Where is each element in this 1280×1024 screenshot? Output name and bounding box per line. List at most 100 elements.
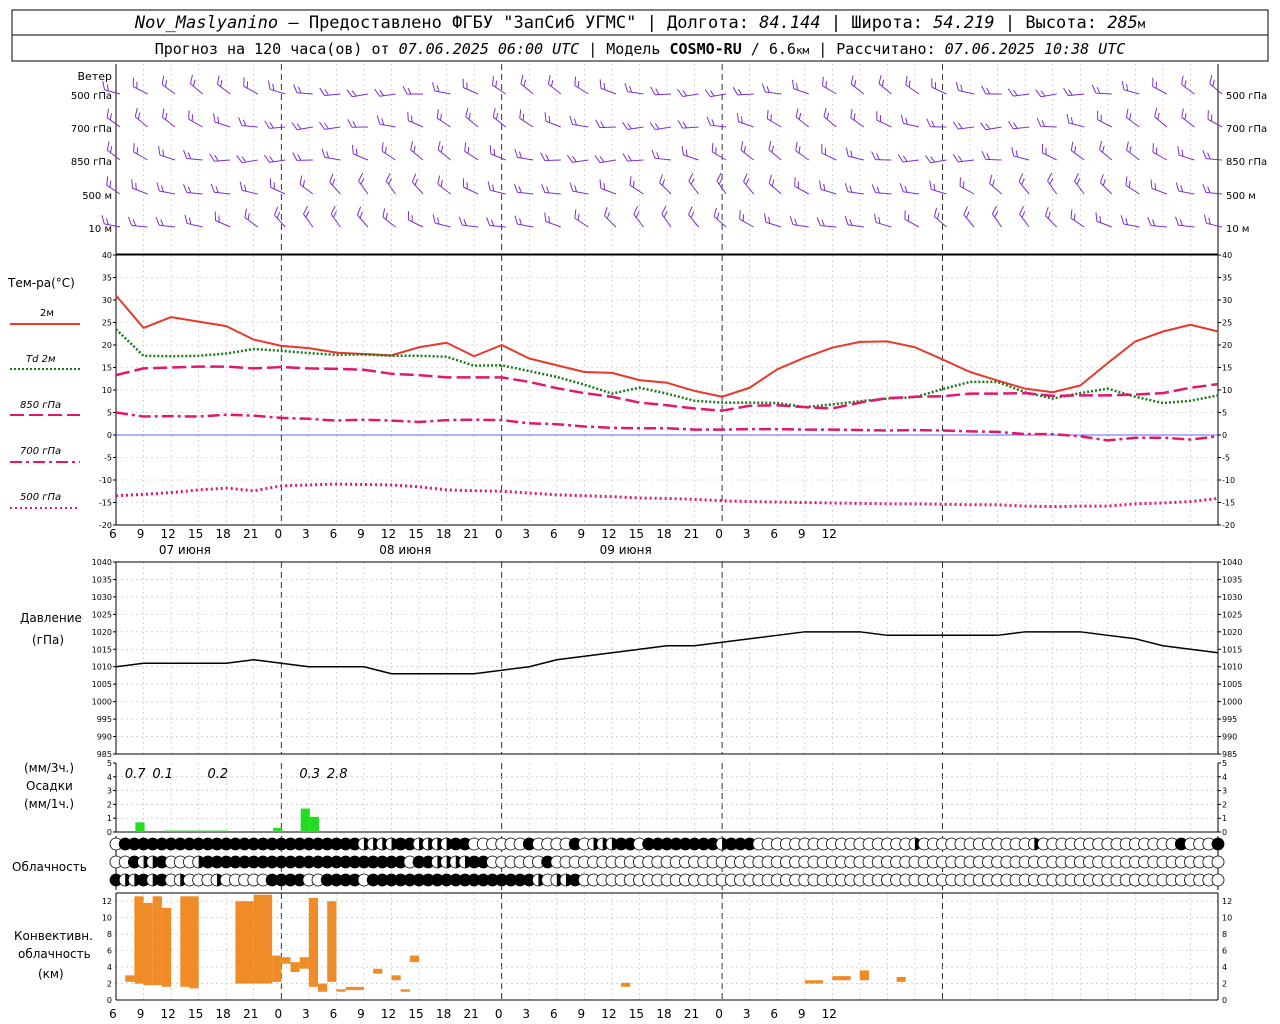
barb-staff <box>1068 122 1085 128</box>
barb-feather <box>462 178 465 188</box>
wind-barb <box>1066 113 1085 128</box>
barb-feather <box>297 86 302 94</box>
wind-barb <box>574 209 589 228</box>
barb-feather <box>789 216 794 225</box>
conv-bar <box>290 962 300 973</box>
barb-feather <box>599 179 602 189</box>
conv-bar <box>253 894 273 984</box>
barb-staff <box>1040 125 1057 128</box>
precip-bar <box>309 816 320 832</box>
wind-barb <box>436 109 451 128</box>
wind-barb <box>845 147 864 161</box>
x-tick-label: 12 <box>160 527 175 541</box>
barb-staff <box>633 213 644 228</box>
wind-barb <box>352 144 369 161</box>
barb-staff <box>381 150 396 161</box>
barb-feather <box>959 177 961 187</box>
wind-barb <box>794 177 809 195</box>
barb-feather <box>899 183 904 192</box>
wind-barb <box>871 151 892 161</box>
barb-feather <box>1066 113 1070 123</box>
barb-feather <box>293 84 298 93</box>
barb-feather <box>326 151 330 159</box>
x-tick-label: 0 <box>715 527 723 541</box>
barb-staff <box>963 214 975 228</box>
barb-feather <box>242 119 247 127</box>
wind-barb <box>437 141 451 161</box>
barb-staff <box>548 83 562 95</box>
barb-staff <box>214 121 231 128</box>
legend-700-label: 700 гПа <box>20 446 61 457</box>
x-tick-label: 12 <box>822 527 837 541</box>
x-tick-label: 12 <box>822 1007 837 1021</box>
barb-staff <box>795 150 810 161</box>
barb-staff <box>1154 116 1168 128</box>
wind-barb <box>768 140 782 161</box>
barb-feather <box>296 123 302 130</box>
x-axis-mid: 6 9 12 15 18 21 0 3 6 9 12 15 18 21 0 3 6 9 12 15 18 21 0 3 6 9 12… <box>109 527 837 557</box>
wind-barb <box>844 183 864 195</box>
precip-ytick-right: 1 <box>1222 814 1227 823</box>
barb-staff <box>462 224 479 228</box>
wind-barb <box>161 108 176 128</box>
barb-feather <box>926 118 931 127</box>
barb-feather <box>1202 183 1207 193</box>
barb-staff <box>269 126 286 129</box>
cloud-symbol <box>1211 855 1225 869</box>
barb-feather <box>1007 120 1014 130</box>
x-day-label: 07 июня <box>159 543 211 557</box>
barb-feather <box>706 116 711 126</box>
x-tick-label: 21 <box>464 1007 479 1021</box>
barb-staff <box>710 124 727 128</box>
barb-staff <box>600 187 617 195</box>
wind-barb <box>321 148 341 161</box>
wind-barb <box>462 78 479 95</box>
barb-staff <box>688 180 699 195</box>
barb-feather <box>1095 212 1098 222</box>
precip-bar <box>273 827 283 832</box>
precip-bar <box>190 830 200 832</box>
conv-bar <box>272 955 282 982</box>
barb-feather <box>980 122 987 131</box>
conv-bar <box>125 975 135 982</box>
pres-ytick-right: 1005 <box>1222 680 1242 689</box>
barb-staff <box>1209 83 1223 95</box>
wind-barb <box>210 183 231 195</box>
wind-barb <box>821 144 837 161</box>
barb-staff <box>848 155 864 161</box>
wind-barb <box>1209 74 1223 95</box>
barb-staff <box>1019 213 1030 228</box>
barb-feather <box>704 89 711 97</box>
barb-staff <box>793 88 809 95</box>
barb-staff <box>217 83 231 95</box>
wind-barb <box>133 143 148 161</box>
pres-ytick-right: 995 <box>1222 715 1237 724</box>
barb-staff <box>412 181 424 195</box>
barb-feather <box>627 154 632 162</box>
barb-feather <box>1007 88 1014 97</box>
barb-staff <box>188 118 203 128</box>
conv-bar <box>134 896 144 984</box>
wind-barb <box>385 172 396 195</box>
wind-barb <box>925 155 947 164</box>
header-line-2: Прогноз на 120 часа(ов) от 07.06.2025 06… <box>155 40 1126 58</box>
precip-ytick-right: 3 <box>1222 787 1227 796</box>
barb-staff <box>794 185 809 195</box>
conv-bar <box>281 957 291 964</box>
conv-ytick-right: 4 <box>1222 963 1227 972</box>
barb-feather <box>792 79 795 89</box>
barb-staff <box>1151 187 1168 195</box>
barb-feather <box>624 82 629 92</box>
barb-feather <box>622 121 629 130</box>
wind-barb <box>952 121 975 130</box>
precip-ytick-left: 1 <box>107 814 112 823</box>
wind-barb <box>599 179 617 195</box>
barb-feather <box>187 152 192 160</box>
wind-barb <box>1152 143 1168 161</box>
wind-barb <box>622 121 644 130</box>
barb-staff <box>356 214 369 228</box>
barb-staff <box>214 159 231 162</box>
barb-feather <box>381 142 384 152</box>
precip-title: Осадки <box>26 779 73 793</box>
temp-ytick-right: 5 <box>1222 409 1227 418</box>
